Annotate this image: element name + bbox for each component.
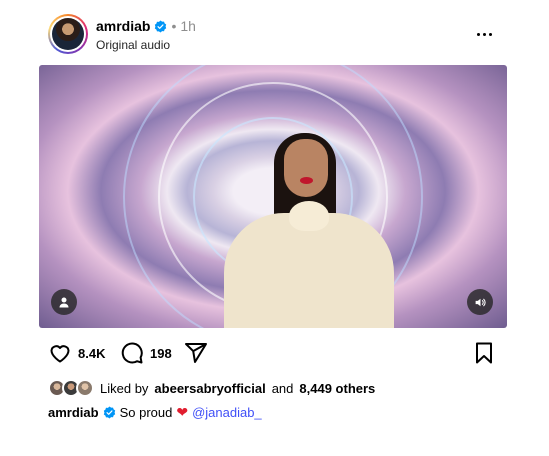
save-button[interactable]	[472, 341, 496, 365]
like-count: 8.4K	[78, 345, 106, 361]
subject-face	[284, 139, 328, 197]
more-dot	[488, 32, 492, 36]
action-bar: 8.4K 198	[48, 341, 496, 367]
user-tag-icon[interactable]	[51, 289, 77, 315]
caption-mention[interactable]: @janadiab_	[192, 405, 262, 420]
speaker-glyph-icon	[475, 298, 486, 306]
comment-count: 198	[150, 345, 172, 361]
video-subject	[224, 133, 394, 328]
caption-username[interactable]: amrdiab	[48, 405, 99, 420]
author-line: amrdiab • 1h	[96, 18, 196, 34]
author-username[interactable]: amrdiab	[96, 18, 150, 34]
subject-collar	[289, 201, 329, 231]
share-icon	[185, 343, 207, 363]
more-options-icon[interactable]	[472, 22, 496, 46]
bookmark-icon	[476, 342, 492, 364]
heart-icon	[50, 345, 70, 363]
speaker-icon[interactable]	[467, 289, 493, 315]
more-dot	[476, 32, 480, 36]
caption-text: So proud	[119, 405, 173, 420]
author-avatar[interactable]	[48, 14, 88, 54]
liked-by-line: Liked by abeersabryofficial and 8,449 ot…	[48, 378, 375, 398]
liked-by-and: and	[271, 380, 294, 396]
more-dot	[482, 32, 486, 36]
user-glyph-icon	[59, 297, 69, 308]
liked-by-prefix: Liked by	[100, 380, 149, 396]
like-button[interactable]: 8.4K	[48, 341, 105, 365]
separator-dot: •	[171, 18, 177, 34]
verified-badge-icon	[155, 20, 167, 32]
subject-lips	[300, 177, 313, 184]
post-caption: amrdiab So proud ❤ @janadiab_	[48, 404, 262, 421]
comment-button[interactable]: 198	[120, 341, 172, 365]
liker-avatar	[76, 379, 94, 397]
red-heart-emoji: ❤	[176, 404, 189, 420]
avatar-image	[52, 18, 84, 50]
liked-by-others[interactable]: 8,449 others	[299, 381, 375, 396]
share-button[interactable]	[184, 341, 208, 365]
post-header: amrdiab • 1h Original audio	[48, 14, 508, 56]
liker-avatars[interactable]	[48, 379, 94, 397]
avatar-inner	[50, 16, 86, 52]
post-video[interactable]	[39, 65, 507, 328]
comment-icon	[121, 342, 143, 364]
audio-label[interactable]: Original audio	[96, 38, 170, 52]
liked-by-user[interactable]: abeersabryofficial	[154, 381, 265, 396]
verified-badge-icon	[103, 406, 115, 419]
post-timestamp[interactable]: 1h	[180, 18, 196, 34]
